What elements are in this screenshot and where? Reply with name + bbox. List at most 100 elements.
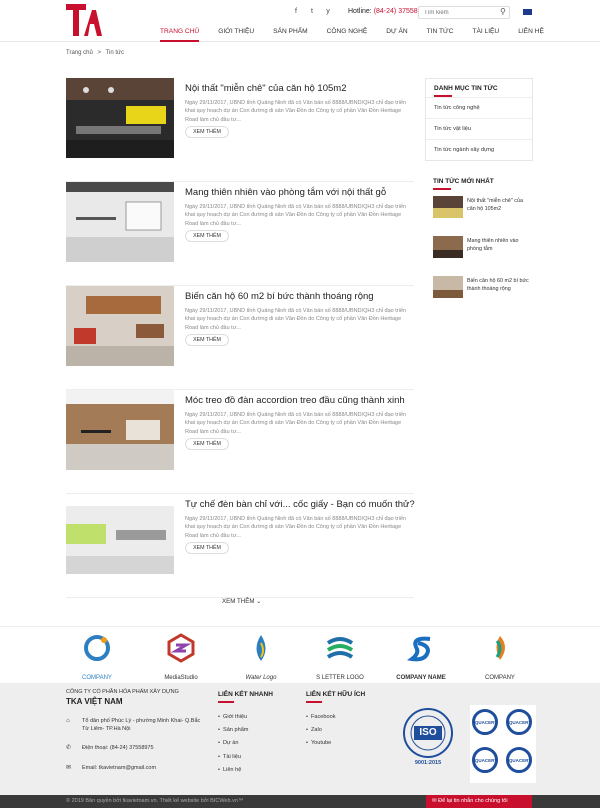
copyright-text: © 2019 Bản quyền bởi tkavietnam.vn. Thiế…: [66, 798, 244, 804]
partner-logo-mark: [495, 636, 505, 660]
article-title[interactable]: Biến căn hộ 60 m2 bí bức thành thoáng rộ…: [185, 291, 413, 303]
read-more-button[interactable]: XEM THÊM: [185, 126, 229, 138]
partner-name: Water Logo: [245, 675, 277, 681]
latest-news-title: Mang thiên nhiên vào phòng tắm: [467, 238, 519, 252]
read-more-button[interactable]: XEM THÊM: [185, 334, 229, 346]
partner-logos: COMPANY MediaStudio Water Logo S LETTER …: [0, 626, 600, 683]
search-input[interactable]: [418, 6, 510, 19]
hotline-label: Hotline:: [348, 8, 372, 15]
mail-icon: ✉: [66, 765, 72, 771]
read-more-button[interactable]: XEM THÊM: [185, 230, 229, 242]
tka-logo[interactable]: [66, 4, 102, 36]
article-excerpt: Ngày 29/11/2017, UBND tỉnh Quảng Ninh đã…: [185, 204, 406, 227]
quacert-label: QUACERT: [474, 720, 498, 725]
quick-link[interactable]: Sản phẩm: [218, 727, 249, 733]
useful-link[interactable]: Youtube: [306, 740, 331, 746]
email-text[interactable]: Email: tkavietnam@gmail.com: [82, 764, 202, 772]
language-flag-icon[interactable]: [523, 9, 532, 15]
youtube-icon[interactable]: y: [324, 6, 332, 18]
chat-button[interactable]: ✉ Để lại tin nhắn cho chúng tôi: [426, 795, 532, 808]
partner-name: S LETTER LOGO: [316, 675, 364, 681]
article-title[interactable]: Móc treo đồ đàn accordion treo đầu cũng …: [185, 395, 413, 407]
category-item[interactable]: Tin tức ngành xây dựng: [426, 139, 532, 160]
article-item: Tự chế đèn bàn chỉ với... cốc giấy - Bạn…: [66, 494, 415, 598]
article-item: Móc treo đồ đàn accordion treo đầu cũng …: [66, 390, 414, 494]
nav-about[interactable]: Giới thiệu: [218, 28, 254, 42]
breadcrumb-current: Tin tức: [105, 50, 125, 56]
article-title[interactable]: Tự chế đèn bàn chỉ với... cốc giấy - Bạn…: [185, 499, 415, 511]
article-thumbnail[interactable]: [66, 182, 174, 262]
quick-link[interactable]: Giới thiệu: [218, 714, 247, 720]
phone-icon: ✆: [66, 745, 72, 751]
latest-thumbnail: [433, 196, 463, 218]
site-footer: CÔNG TY CỔ PHẦN HÓA PHẨM XÂY DỰNG TKA VI…: [0, 683, 600, 795]
article-item: Biến căn hộ 60 m2 bí bức thành thoáng rộ…: [66, 286, 414, 390]
nav-projects[interactable]: Dự án: [386, 28, 407, 42]
useful-link[interactable]: Facebook: [306, 714, 336, 720]
useful-link[interactable]: Zalo: [306, 727, 322, 733]
partner-name: MediaStudio: [164, 675, 198, 681]
load-more-button[interactable]: XEM THÊM ⌄: [222, 598, 261, 605]
partner-logo-mark: [167, 633, 195, 663]
latest-news-title: Nội thất "miễn chê" của căn hộ 105m2: [467, 198, 523, 212]
phone-text[interactable]: Điện thoại: (84-24) 37558975: [82, 744, 202, 752]
quick-link[interactable]: Tài liệu: [218, 754, 241, 760]
quick-link[interactable]: Dự án: [218, 740, 239, 746]
article-item: Nội thất "miễn chê" của căn hộ 105m2 Ngà…: [66, 78, 414, 182]
partner-name: COMPANY: [82, 675, 112, 681]
article-excerpt: Ngày 29/11/2017, UBND tỉnh Quảng Ninh đã…: [185, 412, 406, 435]
news-categories: DANH MỤC TIN TỨC Tin tức công nghệ Tin t…: [425, 78, 533, 161]
latest-news-item[interactable]: Mang thiên nhiên vào phòng tắm: [433, 236, 533, 266]
categories-title: DANH MỤC TIN TỨC: [434, 85, 498, 92]
article-thumbnail[interactable]: [66, 390, 174, 470]
nav-home[interactable]: Trang chủ: [160, 28, 200, 42]
latest-news-item[interactable]: Biến căn hộ 60 m2 bí bức thành thoáng rộ…: [433, 276, 533, 306]
article-item: Mang thiên nhiên vào phòng tắm với nội t…: [66, 182, 414, 286]
facebook-icon[interactable]: f: [292, 6, 300, 18]
category-item[interactable]: Tin tức vật liệu: [426, 118, 532, 139]
quacert-label: QUACERT: [474, 758, 498, 763]
article-title[interactable]: Mang thiên nhiên vào phòng tắm với nội t…: [185, 187, 413, 199]
nav-documents[interactable]: Tài liệu: [472, 28, 499, 42]
chat-label: Để lại tin nhắn cho chúng tôi: [438, 798, 508, 804]
nav-news[interactable]: Tin tức: [427, 28, 454, 42]
main-nav: Trang chủ Giới thiệu Sản phẩm Công nghệ …: [160, 28, 544, 42]
iso-label: ISO: [419, 727, 437, 738]
latest-news-title: Biến căn hộ 60 m2 bí bức thành thoáng rộ…: [467, 278, 529, 292]
categories-heading: DANH MỤC TIN TỨC: [426, 79, 532, 97]
twitter-icon[interactable]: t: [308, 6, 316, 18]
latest-news-item[interactable]: Nội thất "miễn chê" của căn hộ 105m2: [433, 196, 533, 226]
partner-logo[interactable]: COMPANY: [465, 633, 535, 681]
partner-logo[interactable]: COMPANY NAME: [386, 633, 456, 681]
site-header: f t y Hotline: (84-24) 37558975 ⚲ Trang …: [0, 0, 600, 42]
iso-number: 9001:2015: [414, 760, 442, 766]
breadcrumb-home[interactable]: Trang chủ: [66, 50, 93, 56]
read-more-button[interactable]: XEM THÊM: [185, 542, 229, 554]
breadcrumb: Trang chủ > Tin tức: [66, 50, 127, 56]
partner-logo[interactable]: COMPANY: [62, 633, 132, 681]
top-bar: f t y Hotline: (84-24) 37558975: [292, 6, 429, 18]
partner-logo[interactable]: Water Logo: [226, 633, 296, 681]
article-excerpt: Ngày 29/11/2017, UBND tỉnh Quảng Ninh đã…: [185, 516, 406, 539]
category-item[interactable]: Tin tức công nghệ: [426, 97, 532, 118]
article-thumbnail[interactable]: [66, 286, 174, 366]
nav-products[interactable]: Sản phẩm: [273, 28, 307, 42]
address-text: Tổ dân phố Phúc Lý - phường Minh Khai- Q…: [82, 718, 201, 732]
article-title[interactable]: Nội thất "miễn chê" của căn hộ 105m2: [185, 83, 413, 95]
partner-logo-mark: [256, 635, 266, 661]
article-thumbnail[interactable]: [66, 78, 174, 158]
latest-title: TIN TỨC MỚI NHẤT: [433, 178, 494, 185]
latest-thumbnail: [433, 276, 463, 298]
article-excerpt: Ngày 29/11/2017, UBND tỉnh Quảng Ninh đã…: [185, 100, 406, 123]
read-more-button[interactable]: XEM THÊM: [185, 438, 229, 450]
article-thumbnail[interactable]: [66, 494, 174, 574]
partner-logo[interactable]: S LETTER LOGO: [305, 633, 375, 681]
search-icon[interactable]: ⚲: [500, 7, 506, 16]
partner-logo[interactable]: MediaStudio: [146, 633, 216, 681]
nav-technology[interactable]: Công nghệ: [327, 28, 368, 42]
quick-link[interactable]: Liên hệ: [218, 767, 241, 773]
nav-contact[interactable]: Liên hệ: [518, 28, 544, 42]
quacert-certificates: QUACERT QUACERT QUACERT QUACERT: [470, 705, 536, 783]
quacert-label: QUACERT: [508, 720, 532, 725]
iso-certificate: ISO 9001:2015: [402, 707, 454, 767]
